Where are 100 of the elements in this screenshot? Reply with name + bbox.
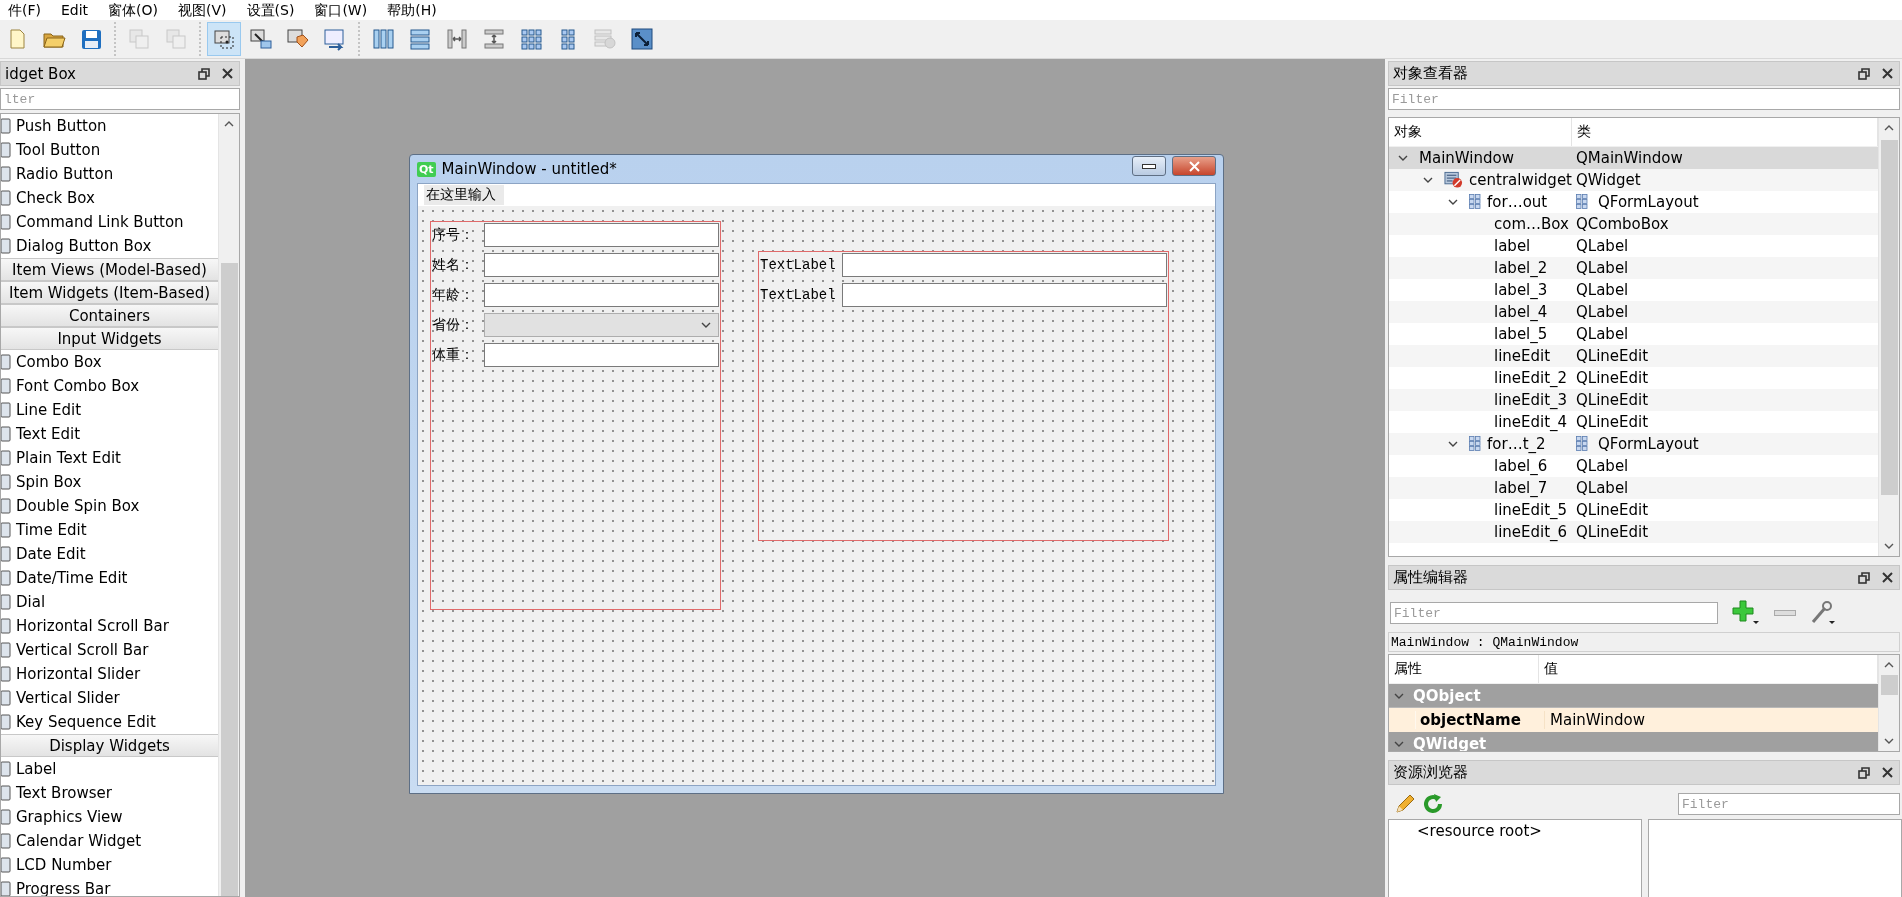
property-row[interactable]: objectName MainWindow — [1389, 708, 1878, 732]
float-icon[interactable] — [1858, 67, 1870, 80]
widget-box-item[interactable]: LCD Number — [16, 856, 112, 874]
filter-field[interactable]: lter — [0, 88, 240, 110]
menu-item[interactable]: Edit — [53, 0, 97, 20]
widget-category-header[interactable]: Item Widgets (Item-Based) — [1, 281, 218, 304]
tree-row[interactable]: MainWindow QMainWindow — [1389, 147, 1878, 169]
widget-category-header[interactable]: Input Widgets — [1, 327, 218, 350]
class-name: QLabel — [1576, 259, 1629, 277]
widget-box-item[interactable]: Check Box — [16, 189, 95, 207]
widget-box-item[interactable]: Text Edit — [16, 425, 81, 443]
widget-box-item[interactable]: Command Link Button — [16, 213, 184, 231]
input-field[interactable] — [842, 283, 1167, 307]
tree-row[interactable]: lineEdit QLineEdit — [1389, 345, 1878, 367]
widget-box-item[interactable]: Double Spin Box — [16, 497, 140, 515]
class-name: QWidget — [1576, 171, 1641, 189]
tree-row[interactable]: centralwidget QWidget — [1389, 169, 1878, 191]
tree-row[interactable]: label_4 QLabel — [1389, 301, 1878, 323]
add-property-icon[interactable] — [1732, 600, 1760, 626]
widget-box-item[interactable]: Graphics View — [16, 808, 123, 826]
tree-row[interactable]: lineEdit_6 QLineEdit — [1389, 521, 1878, 543]
widget-box-item[interactable]: Horizontal Slider — [16, 665, 141, 683]
menu-item[interactable]: 在这里输入 — [424, 185, 504, 205]
input-field[interactable] — [484, 343, 719, 367]
column-header[interactable]: 属性 — [1389, 655, 1539, 683]
widget-icon — [1, 714, 11, 730]
class-name: QLineEdit — [1576, 501, 1649, 519]
property-value[interactable]: MainWindow — [1544, 711, 1645, 729]
object-name: lineEdit — [1494, 347, 1551, 365]
float-icon[interactable] — [1858, 571, 1870, 584]
refresh-icon[interactable] — [1422, 793, 1444, 815]
widget-box-item[interactable]: Label — [16, 760, 57, 778]
scrollbar-thumb[interactable] — [220, 263, 238, 896]
widget-box-item[interactable]: Calendar Widget — [16, 832, 142, 850]
widget-box-item[interactable]: Radio Button — [16, 165, 114, 183]
widget-category-header[interactable]: Display Widgets — [1, 734, 218, 757]
close-icon[interactable] — [1882, 68, 1893, 79]
filter-field[interactable]: Filter — [1388, 88, 1900, 110]
form-layout-icon — [1469, 436, 1481, 452]
input-field[interactable] — [842, 253, 1167, 277]
class-name: QFormLayout — [1598, 435, 1699, 453]
widget-box-item[interactable]: Tool Button — [16, 141, 101, 159]
menu-item[interactable]: 窗口(W) — [306, 0, 376, 20]
scrollbar[interactable] — [1878, 655, 1899, 751]
scrollbar[interactable] — [218, 114, 239, 896]
edit-widgets-button[interactable] — [207, 22, 241, 56]
widget-box-item[interactable]: Dialog Button Box — [16, 237, 152, 255]
wrench-icon[interactable] — [1810, 600, 1836, 626]
dock-title: idget Box — [5, 64, 76, 83]
close-icon[interactable] — [222, 68, 233, 79]
widget-box-item[interactable]: Push Button — [16, 117, 107, 135]
send-back-icon — [127, 27, 151, 51]
widget-box-item[interactable]: Combo Box — [16, 353, 102, 371]
menu-item[interactable]: 视图(V) — [170, 0, 235, 20]
input-field[interactable] — [484, 283, 719, 307]
minimize-icon — [1142, 163, 1156, 169]
tree-row[interactable]: for…t_2 QFormLayout — [1389, 433, 1878, 455]
scrollbar[interactable] — [1878, 118, 1899, 556]
widget-category-header[interactable]: Item Views (Model-Based) — [1, 258, 218, 281]
float-icon[interactable] — [1858, 766, 1870, 779]
widget-category-header[interactable]: Containers — [1, 304, 218, 327]
scrollbar-thumb[interactable] — [1880, 675, 1898, 695]
input-field[interactable] — [484, 253, 719, 277]
widget-box-item[interactable]: Font Combo Box — [16, 377, 140, 395]
close-icon[interactable] — [1882, 767, 1893, 778]
column-header[interactable]: 对象 — [1389, 118, 1572, 146]
widget-box-item[interactable]: Time Edit — [16, 521, 87, 539]
widget-box-item[interactable]: Vertical Slider — [16, 689, 120, 707]
tree-row[interactable]: label_7 QLabel — [1389, 477, 1878, 499]
class-name: QLabel — [1576, 281, 1629, 299]
pencil-icon[interactable] — [1394, 793, 1416, 815]
float-icon[interactable] — [198, 67, 210, 80]
menu-item[interactable]: 件(F) — [0, 0, 49, 20]
widget-box-item[interactable]: Dial — [16, 593, 46, 611]
widget-icon — [1, 426, 11, 442]
widget-box-item[interactable]: Date Edit — [16, 545, 86, 563]
menu-item[interactable]: 窗体(O) — [100, 0, 167, 20]
widget-box-item[interactable]: Vertical Scroll Bar — [16, 641, 149, 659]
tree-row[interactable]: lineEdit_3 QLineEdit — [1389, 389, 1878, 411]
tree-row[interactable]: label_2 QLabel — [1389, 257, 1878, 279]
horizontal-splitter-icon — [445, 27, 469, 51]
menu-item[interactable]: 设置(S) — [238, 0, 303, 20]
tree-item[interactable]: <resource root> — [1417, 822, 1642, 840]
widget-box-item[interactable]: Spin Box — [16, 473, 82, 491]
tree-row[interactable]: com…Box QComboBox — [1389, 213, 1878, 235]
widget-box-item[interactable]: Line Edit — [16, 401, 82, 419]
widget-box-item[interactable]: Key Sequence Edit — [16, 713, 156, 731]
scrollbar-thumb[interactable] — [1880, 140, 1898, 495]
menu-item[interactable]: 帮助(H) — [379, 0, 445, 20]
widget-box-item[interactable]: Date/Time Edit — [16, 569, 128, 587]
close-button[interactable] — [1172, 156, 1216, 176]
widget-box-item[interactable]: Text Browser — [16, 784, 112, 802]
input-field[interactable] — [484, 223, 719, 247]
form-layout-icon — [1576, 194, 1588, 210]
filter-field[interactable]: Filter — [1678, 793, 1900, 815]
close-icon[interactable] — [1882, 572, 1893, 583]
widget-box-item[interactable]: Horizontal Scroll Bar — [16, 617, 169, 635]
minimize-button[interactable] — [1132, 156, 1166, 176]
filter-field[interactable]: Filter — [1390, 602, 1718, 624]
widget-box-item[interactable]: Plain Text Edit — [16, 449, 121, 467]
